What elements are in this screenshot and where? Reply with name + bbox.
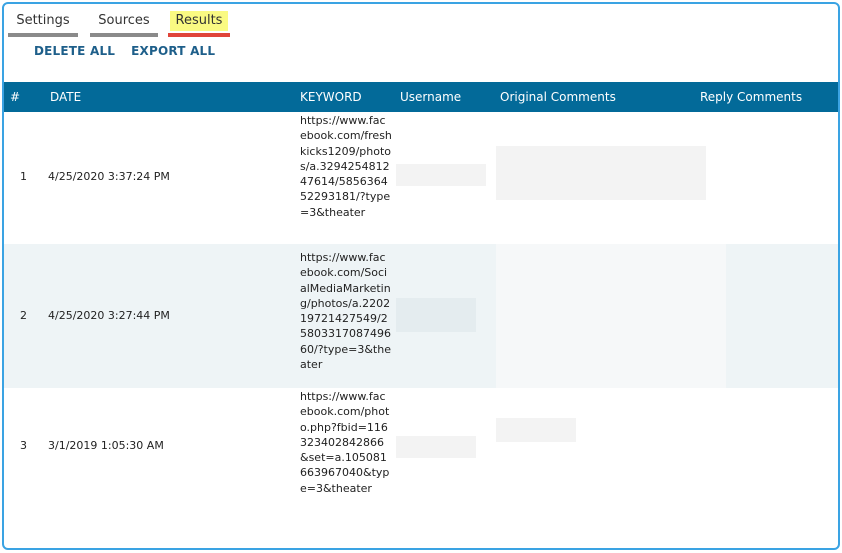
row-number: 2 [20, 309, 27, 322]
row-number: 1 [20, 170, 27, 183]
column-header-num[interactable]: # [10, 90, 20, 104]
table-row[interactable]: 3 3/1/2019 1:05:30 AM https://www.facebo… [4, 388, 838, 514]
table-header: # DATE KEYWORD Username Original Comment… [4, 82, 838, 112]
column-header-date[interactable]: DATE [50, 90, 81, 104]
column-header-username[interactable]: Username [400, 90, 461, 104]
results-panel: Settings Sources Results DELETE ALL EXPO… [2, 2, 840, 550]
row-keyword-link[interactable]: https://www.facebook.com/SocialMediaMark… [300, 250, 392, 372]
tab-settings[interactable]: Settings [8, 8, 78, 37]
table-row[interactable]: 2 4/25/2020 3:27:44 PM https://www.faceb… [4, 244, 838, 388]
delete-all-button[interactable]: DELETE ALL [34, 44, 115, 58]
column-header-keyword[interactable]: KEYWORD [300, 90, 362, 104]
row-number: 3 [20, 439, 27, 452]
original-comment-redacted [496, 244, 726, 388]
results-table: # DATE KEYWORD Username Original Comment… [4, 82, 838, 514]
tab-sources-label: Sources [98, 13, 150, 28]
tab-bar: Settings Sources Results [8, 8, 230, 38]
username-redacted [396, 164, 486, 186]
row-keyword-link[interactable]: https://www.facebook.com/freshkicks1209/… [300, 113, 392, 220]
original-comment-redacted [496, 418, 576, 442]
username-redacted [396, 436, 476, 458]
table-row[interactable]: 1 4/25/2020 3:37:24 PM https://www.faceb… [4, 112, 838, 244]
export-all-button[interactable]: EXPORT ALL [131, 44, 215, 58]
username-redacted [396, 298, 476, 332]
row-date: 4/25/2020 3:37:24 PM [48, 170, 170, 183]
tab-results[interactable]: Results [168, 8, 230, 37]
tab-results-label: Results [169, 11, 229, 31]
original-comment-redacted [496, 146, 706, 200]
tab-settings-label: Settings [16, 13, 70, 28]
action-bar: DELETE ALL EXPORT ALL [34, 44, 215, 58]
column-header-reply-comments[interactable]: Reply Comments [700, 90, 802, 104]
row-date: 4/25/2020 3:27:44 PM [48, 309, 170, 322]
tab-sources[interactable]: Sources [90, 8, 158, 37]
row-date: 3/1/2019 1:05:30 AM [48, 439, 164, 452]
row-keyword-link[interactable]: https://www.facebook.com/photo.php?fbid=… [300, 389, 392, 496]
column-header-original-comments[interactable]: Original Comments [500, 90, 616, 104]
